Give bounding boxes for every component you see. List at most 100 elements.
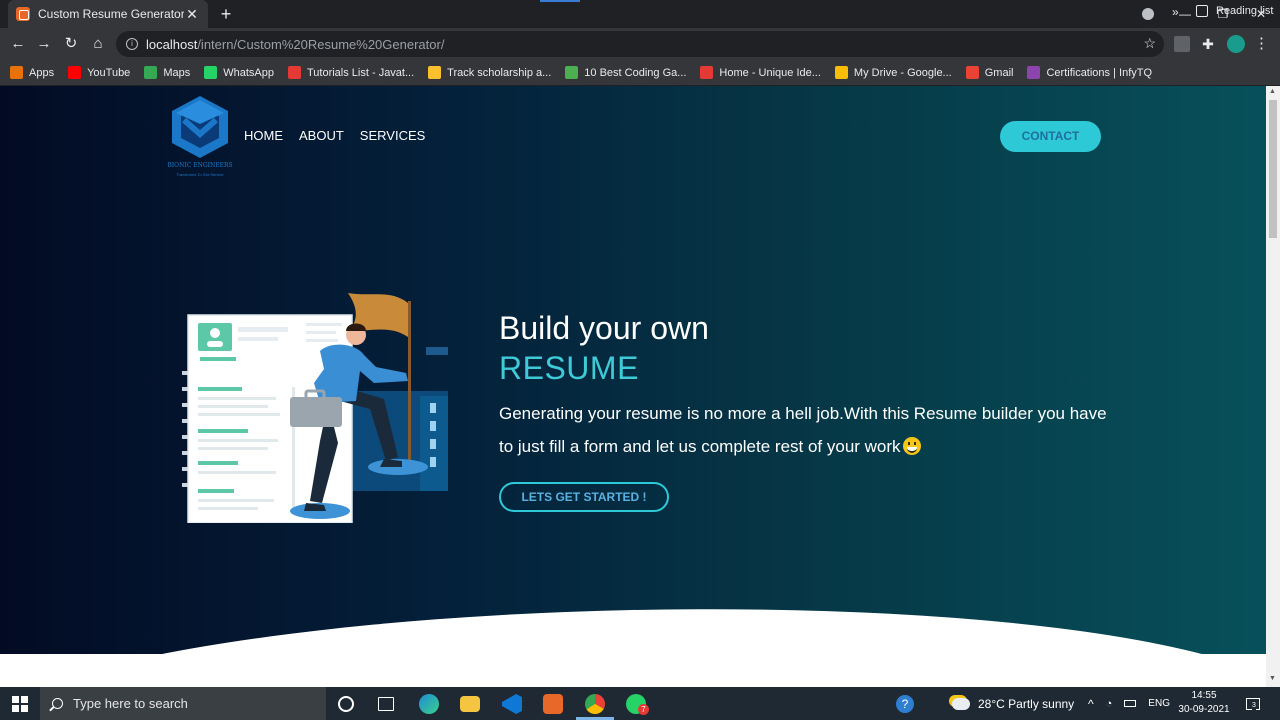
bookmark-item[interactable]: Track scholarship a... bbox=[428, 66, 551, 79]
notification-center-icon[interactable]: 3 bbox=[1246, 687, 1260, 720]
bookmark-label: Gmail bbox=[984, 66, 1014, 79]
whatsapp-icon[interactable]: 7 bbox=[626, 694, 649, 715]
browser-tab[interactable]: Custom Resume Generator ✕ bbox=[8, 0, 208, 28]
reading-list-icon bbox=[1196, 5, 1208, 17]
get-started-button[interactable]: LETS GET STARTED ! bbox=[499, 482, 669, 512]
bookmark-favicon-icon bbox=[700, 66, 714, 79]
xampp-icon[interactable] bbox=[543, 694, 563, 714]
hero-headline-accent: RESUME bbox=[499, 350, 639, 386]
bookmark-favicon-icon bbox=[834, 66, 848, 79]
main-nav: HOME ABOUT SERVICES bbox=[244, 128, 425, 143]
bookmark-favicon-icon bbox=[10, 66, 23, 79]
weather-text: 28°C Partly sunny bbox=[978, 696, 1075, 711]
clock-date: 30-09-2021 bbox=[1178, 704, 1230, 715]
vscode-icon[interactable] bbox=[502, 694, 522, 714]
windows-taskbar: Type here to search 7 ? 28°C Partly sunn… bbox=[0, 687, 1280, 720]
nav-services[interactable]: SERVICES bbox=[360, 128, 426, 143]
cortana-icon[interactable] bbox=[338, 696, 354, 712]
home-icon[interactable]: ⌂ bbox=[88, 34, 108, 54]
bookmark-item[interactable]: WhatsApp bbox=[204, 66, 274, 79]
browser-menu-icon[interactable]: ⋮ bbox=[1254, 34, 1269, 52]
contact-button[interactable]: CONTACT bbox=[1000, 121, 1101, 152]
bookmark-label: Tutorials List - Javat... bbox=[306, 66, 415, 79]
cube-logo-icon bbox=[172, 96, 228, 158]
tab-search-icon[interactable] bbox=[1142, 8, 1154, 20]
bookmark-item[interactable]: Maps bbox=[144, 66, 190, 79]
site-info-icon[interactable]: i bbox=[126, 38, 138, 50]
taskbar-clock[interactable]: 14:55 30-09-2021 bbox=[1176, 689, 1232, 717]
profile-avatar[interactable] bbox=[1227, 35, 1245, 53]
help-icon[interactable]: ? bbox=[896, 695, 914, 713]
bookmarks-bar: Apps YouTube Maps WhatsApp Tutorials List - … bbox=[0, 60, 1280, 86]
taskbar-search-box[interactable]: Type here to search bbox=[40, 687, 326, 720]
bookmark-item[interactable]: Tutorials List - Javat... bbox=[287, 66, 415, 79]
file-explorer-icon[interactable] bbox=[460, 696, 480, 712]
weather-widget[interactable]: 28°C Partly sunny bbox=[952, 687, 1074, 720]
url-host: localhost bbox=[146, 36, 198, 52]
bookmark-label: Certifications | InfyTQ bbox=[1046, 66, 1153, 79]
reload-icon[interactable]: ↻ bbox=[61, 34, 81, 54]
bookmark-item[interactable]: YouTube bbox=[68, 66, 130, 79]
hero-section: BIONIC ENGINEERS Transforms To Get Servi… bbox=[0, 86, 1266, 654]
extension-icon[interactable] bbox=[1174, 36, 1190, 52]
browser-tab-strip: Custom Resume Generator ✕ + — ❐ ✕ bbox=[0, 0, 1280, 28]
battery-icon[interactable] bbox=[1124, 700, 1137, 707]
bookmark-label: Track scholarship a... bbox=[447, 66, 552, 79]
scrollbar-thumb[interactable] bbox=[1269, 100, 1277, 238]
address-bar[interactable]: i localhost /intern/Custom%20Resume%20Ge… bbox=[116, 31, 1164, 57]
bookmark-item[interactable]: Certifications | InfyTQ bbox=[1027, 66, 1152, 79]
back-arrow-icon[interactable]: ← bbox=[8, 34, 28, 54]
new-tab-button[interactable]: + bbox=[216, 4, 236, 24]
bookmark-label: My Drive - Google... bbox=[853, 66, 952, 79]
bookmark-label: 10 Best Coding Ga... bbox=[584, 66, 687, 79]
hero-description: Generating your resume is no more a hell… bbox=[499, 397, 1119, 463]
nav-home[interactable]: HOME bbox=[244, 128, 283, 143]
network-icon[interactable]: ◔ bbox=[1106, 698, 1113, 710]
bookmarks-overflow-icon[interactable]: » bbox=[1172, 5, 1179, 19]
bookmark-favicon-icon bbox=[287, 66, 301, 79]
hero-description-text: Generating your resume is no more a hell… bbox=[499, 404, 1107, 456]
bookmark-favicon-icon bbox=[1027, 66, 1041, 79]
chrome-icon[interactable] bbox=[585, 694, 605, 714]
bookmark-item[interactable]: Home - Unique Ide... bbox=[700, 66, 821, 79]
brand-logo[interactable]: BIONIC ENGINEERS Transforms To Get Servi… bbox=[164, 94, 236, 180]
partly-sunny-icon bbox=[952, 697, 970, 710]
grinning-emoji-icon bbox=[902, 437, 921, 455]
page-scrollbar[interactable]: ▲ ▼ bbox=[1266, 86, 1280, 687]
bookmark-star-icon[interactable]: ☆ bbox=[1143, 35, 1156, 52]
browser-toolbar: ← → ↻ ⌂ i localhost /intern/Custom%20Res… bbox=[0, 28, 1280, 60]
reading-list-button[interactable]: Reading list bbox=[1196, 5, 1273, 17]
language-indicator[interactable]: ENG bbox=[1148, 698, 1170, 709]
windows-start-icon[interactable] bbox=[12, 696, 28, 712]
bookmark-favicon-icon bbox=[204, 66, 218, 79]
show-hidden-icons-icon[interactable]: ^ bbox=[1088, 697, 1094, 711]
bookmark-item[interactable]: My Drive - Google... bbox=[834, 66, 952, 79]
xampp-favicon-icon bbox=[16, 7, 30, 21]
brand-name: BIONIC ENGINEERS bbox=[167, 162, 233, 169]
page-viewport: BIONIC ENGINEERS Transforms To Get Servi… bbox=[0, 86, 1266, 687]
task-view-icon[interactable] bbox=[378, 697, 394, 711]
resume-illustration bbox=[182, 293, 448, 523]
nav-about[interactable]: ABOUT bbox=[299, 128, 344, 143]
tab-drag-indicator bbox=[540, 0, 580, 2]
scroll-up-arrow-icon[interactable]: ▲ bbox=[1269, 88, 1276, 95]
edge-icon[interactable] bbox=[419, 694, 439, 714]
bookmark-favicon-icon bbox=[144, 66, 158, 79]
forward-arrow-icon[interactable]: → bbox=[34, 34, 54, 54]
notification-count: 3 bbox=[1252, 701, 1256, 710]
scroll-down-arrow-icon[interactable]: ▼ bbox=[1269, 675, 1276, 682]
close-tab-icon[interactable]: ✕ bbox=[184, 6, 200, 23]
hero-headline: Build your own bbox=[499, 310, 709, 346]
system-tray: ^ ◔ ENG bbox=[1088, 687, 1170, 720]
bookmark-favicon-icon bbox=[965, 66, 979, 79]
bookmark-item[interactable]: 10 Best Coding Ga... bbox=[565, 66, 686, 79]
whatsapp-unread-badge: 7 bbox=[638, 704, 649, 715]
notification-icon: 3 bbox=[1246, 697, 1260, 710]
reading-list-label: Reading list bbox=[1216, 5, 1274, 17]
extensions-puzzle-icon[interactable]: ✚ bbox=[1200, 36, 1216, 52]
brand-tagline: Transforms To Get Service bbox=[176, 172, 224, 177]
bookmark-item[interactable]: Apps bbox=[10, 66, 54, 79]
search-icon bbox=[52, 698, 63, 709]
url-path: /intern/Custom%20Resume%20Generator/ bbox=[197, 36, 445, 52]
bookmark-item[interactable]: Gmail bbox=[965, 66, 1014, 79]
